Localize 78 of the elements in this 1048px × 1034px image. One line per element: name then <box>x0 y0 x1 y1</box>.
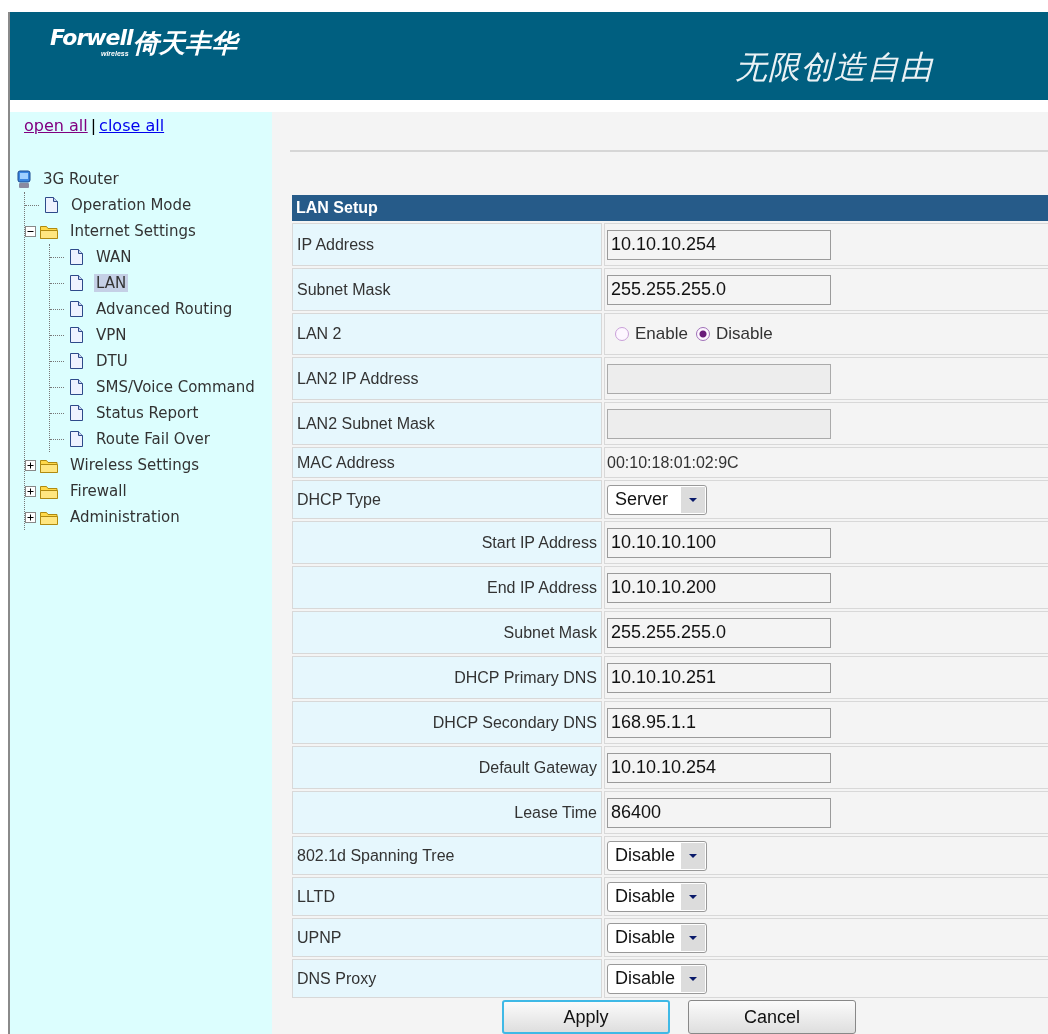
input-field[interactable]: 10.10.10.100 <box>607 527 831 558</box>
section-header: LAN Setup <box>292 195 1048 221</box>
input-field[interactable]: 168.95.1.1 <box>607 707 831 738</box>
field-label: MAC Address <box>292 447 602 478</box>
page-icon <box>68 300 85 318</box>
page-icon <box>68 430 85 448</box>
logo-text: Forwell <box>50 26 133 50</box>
field-label: Default Gateway <box>292 746 602 789</box>
input-field[interactable]: 255.255.255.0 <box>607 274 831 305</box>
field-label: LLTD <box>292 877 602 916</box>
field-label: LAN2 Subnet Mask <box>292 402 602 445</box>
button[interactable]: Apply <box>502 1000 670 1034</box>
input-field[interactable]: 10.10.10.251 <box>607 662 831 693</box>
dropdown[interactable]: Disable <box>607 922 707 953</box>
input-field[interactable]: 10.10.10.200 <box>607 572 831 603</box>
tree-item[interactable]: Wireless Settings <box>68 456 202 474</box>
caret-icon <box>681 924 705 951</box>
caret-icon <box>681 486 705 513</box>
tree-item[interactable]: SMS/Voice Command <box>94 378 257 396</box>
button[interactable]: Cancel <box>688 1000 856 1034</box>
field-label: UPNP <box>292 918 602 957</box>
slogan: 无限创造自由 <box>735 47 933 88</box>
page-icon <box>68 274 85 292</box>
plus-icon[interactable] <box>25 511 36 523</box>
tree-item[interactable]: Administration <box>68 508 182 526</box>
plus-icon[interactable] <box>25 459 36 471</box>
page-icon <box>43 196 60 214</box>
computer-icon <box>16 169 32 189</box>
field-label: Subnet Mask <box>292 268 602 311</box>
field-label: End IP Address <box>292 566 602 609</box>
tree-item[interactable]: Operation Mode <box>69 196 194 214</box>
tree-item[interactable]: Firewall <box>68 482 129 500</box>
field-label: DHCP Secondary DNS <box>292 701 602 744</box>
tree-item[interactable]: Internet Settings <box>68 222 198 240</box>
field-value: 00:10:18:01:02:9C <box>607 453 739 471</box>
page-icon <box>68 326 85 344</box>
input-field[interactable]: 10.10.10.254 <box>607 752 831 783</box>
page-icon <box>68 248 85 266</box>
tree-item[interactable]: 3G Router <box>41 170 121 188</box>
separator-text: | <box>90 116 97 135</box>
dropdown[interactable]: Disable <box>607 881 707 912</box>
input-field[interactable]: 86400 <box>607 797 831 828</box>
page-icon <box>68 378 85 396</box>
caret-icon <box>681 883 705 910</box>
radio-button[interactable] <box>695 327 710 341</box>
tree-item[interactable]: VPN <box>94 326 129 344</box>
dropdown[interactable]: Server <box>607 484 707 515</box>
tree-item[interactable]: WAN <box>94 248 134 266</box>
dropdown[interactable]: Disable <box>607 840 707 871</box>
plus-icon[interactable] <box>25 485 36 497</box>
tree-item[interactable]: DTU <box>94 352 130 370</box>
caret-icon <box>681 965 705 992</box>
link[interactable]: close all <box>99 116 165 135</box>
radio-button[interactable] <box>615 327 629 341</box>
field-label: IP Address <box>292 223 602 266</box>
field-label: DNS Proxy <box>292 959 602 998</box>
tree-item[interactable]: Advanced Routing <box>94 300 235 318</box>
input-field[interactable]: 255.255.255.0 <box>607 617 831 648</box>
input-field[interactable]: 10.10.10.254 <box>607 229 831 260</box>
caret-icon <box>681 842 705 869</box>
field-label: Lease Time <box>292 791 602 834</box>
field-label: DHCP Type <box>292 480 602 519</box>
field-label: DHCP Primary DNS <box>292 656 602 699</box>
minus-icon[interactable] <box>25 225 36 237</box>
tree-item[interactable]: Status Report <box>94 404 201 422</box>
field-label: Start IP Address <box>292 521 602 564</box>
tree-item[interactable]: LAN <box>94 274 129 292</box>
page-icon <box>68 352 85 370</box>
dropdown[interactable]: Disable <box>607 963 707 994</box>
field-label: LAN2 IP Address <box>292 357 602 400</box>
radio-label: Disable <box>715 324 773 344</box>
field-label: LAN 2 <box>292 313 602 355</box>
link[interactable]: open all <box>24 116 88 135</box>
field-label: 802.1d Spanning Tree <box>292 836 602 875</box>
field-label: Subnet Mask <box>292 611 602 654</box>
page-icon <box>68 404 85 422</box>
radio-label: Enable <box>635 324 688 344</box>
tree-item[interactable]: Route Fail Over <box>94 430 212 448</box>
